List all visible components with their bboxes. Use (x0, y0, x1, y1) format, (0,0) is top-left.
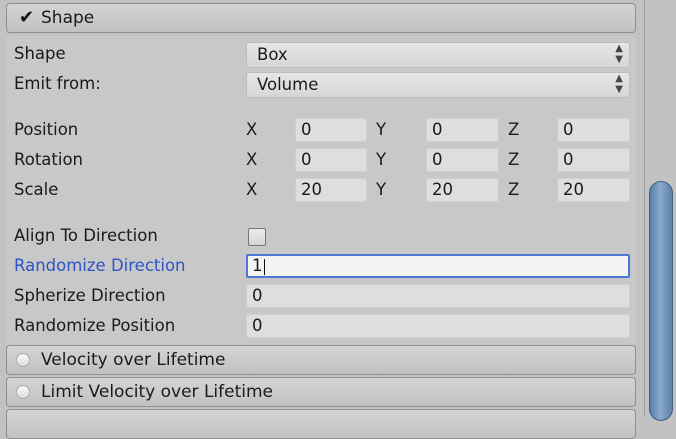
position-y-field[interactable]: 0 (426, 118, 499, 142)
rotation-z-axis-label: Z (508, 150, 520, 169)
rotation-x-axis-label: X (246, 150, 258, 169)
shape-module-title: Shape (41, 8, 95, 28)
emit-from-dropdown[interactable]: Volume ▲ ▼ (246, 72, 630, 98)
velocity-module-title: Velocity over Lifetime (41, 350, 226, 370)
checkmark-icon[interactable]: ✔ (19, 7, 34, 28)
emit-from-label: Emit from: (14, 74, 101, 93)
limit-velocity-module-title: Limit Velocity over Lifetime (41, 382, 273, 402)
rotation-y-axis-label: Y (376, 150, 387, 169)
randomize-position-field[interactable]: 0 (246, 314, 630, 338)
velocity-module-header[interactable]: Velocity over Lifetime (6, 345, 636, 375)
position-label: Position (14, 120, 79, 139)
shape-dropdown-value: Box (257, 45, 288, 64)
text-caret (263, 258, 265, 275)
scale-y-field[interactable]: 20 (426, 178, 499, 202)
align-to-direction-label: Align To Direction (14, 226, 158, 245)
shape-dropdown[interactable]: Box ▲ ▼ (246, 42, 630, 68)
randomize-direction-label: Randomize Direction (14, 256, 186, 275)
spinner-arrows-icon: ▲ ▼ (615, 43, 623, 65)
inspector-panel: ✔ Shape Shape Box ▲ ▼ Emit from: Volume ▲… (0, 0, 644, 439)
randomize-direction-value: 1 (252, 256, 263, 275)
rotation-label: Rotation (14, 150, 84, 169)
module-toggle-icon[interactable] (16, 353, 30, 367)
rotation-y-field[interactable]: 0 (426, 148, 499, 172)
position-x-axis-label: X (246, 120, 258, 139)
randomize-direction-field[interactable]: 1 (246, 254, 630, 278)
next-module-header[interactable] (6, 409, 636, 439)
module-toggle-icon[interactable] (16, 385, 30, 399)
position-x-field[interactable]: 0 (295, 118, 367, 142)
align-to-direction-checkbox[interactable] (248, 228, 266, 246)
randomize-position-label: Randomize Position (14, 316, 176, 335)
spherize-direction-label: Spherize Direction (14, 286, 166, 305)
shape-module-body: Shape Box ▲ ▼ Emit from: Volume ▲ ▼ Positi… (6, 36, 636, 344)
position-z-field[interactable]: 0 (557, 118, 630, 142)
scrollbar-thumb[interactable] (649, 181, 673, 421)
emit-from-dropdown-value: Volume (257, 75, 319, 94)
limit-velocity-module-header[interactable]: Limit Velocity over Lifetime (6, 377, 636, 407)
scale-z-axis-label: Z (508, 180, 520, 199)
shape-label: Shape (14, 44, 66, 63)
scale-z-field[interactable]: 20 (557, 178, 630, 202)
spherize-direction-field[interactable]: 0 (246, 284, 630, 308)
scale-x-axis-label: X (246, 180, 258, 199)
shape-module-header[interactable]: ✔ Shape (6, 3, 636, 33)
scale-y-axis-label: Y (376, 180, 387, 199)
position-y-axis-label: Y (376, 120, 387, 139)
rotation-x-field[interactable]: 0 (295, 148, 367, 172)
position-z-axis-label: Z (508, 120, 520, 139)
spinner-arrows-icon: ▲ ▼ (615, 73, 623, 95)
rotation-z-field[interactable]: 0 (557, 148, 630, 172)
scale-x-field[interactable]: 20 (295, 178, 367, 202)
scale-label: Scale (14, 180, 59, 199)
